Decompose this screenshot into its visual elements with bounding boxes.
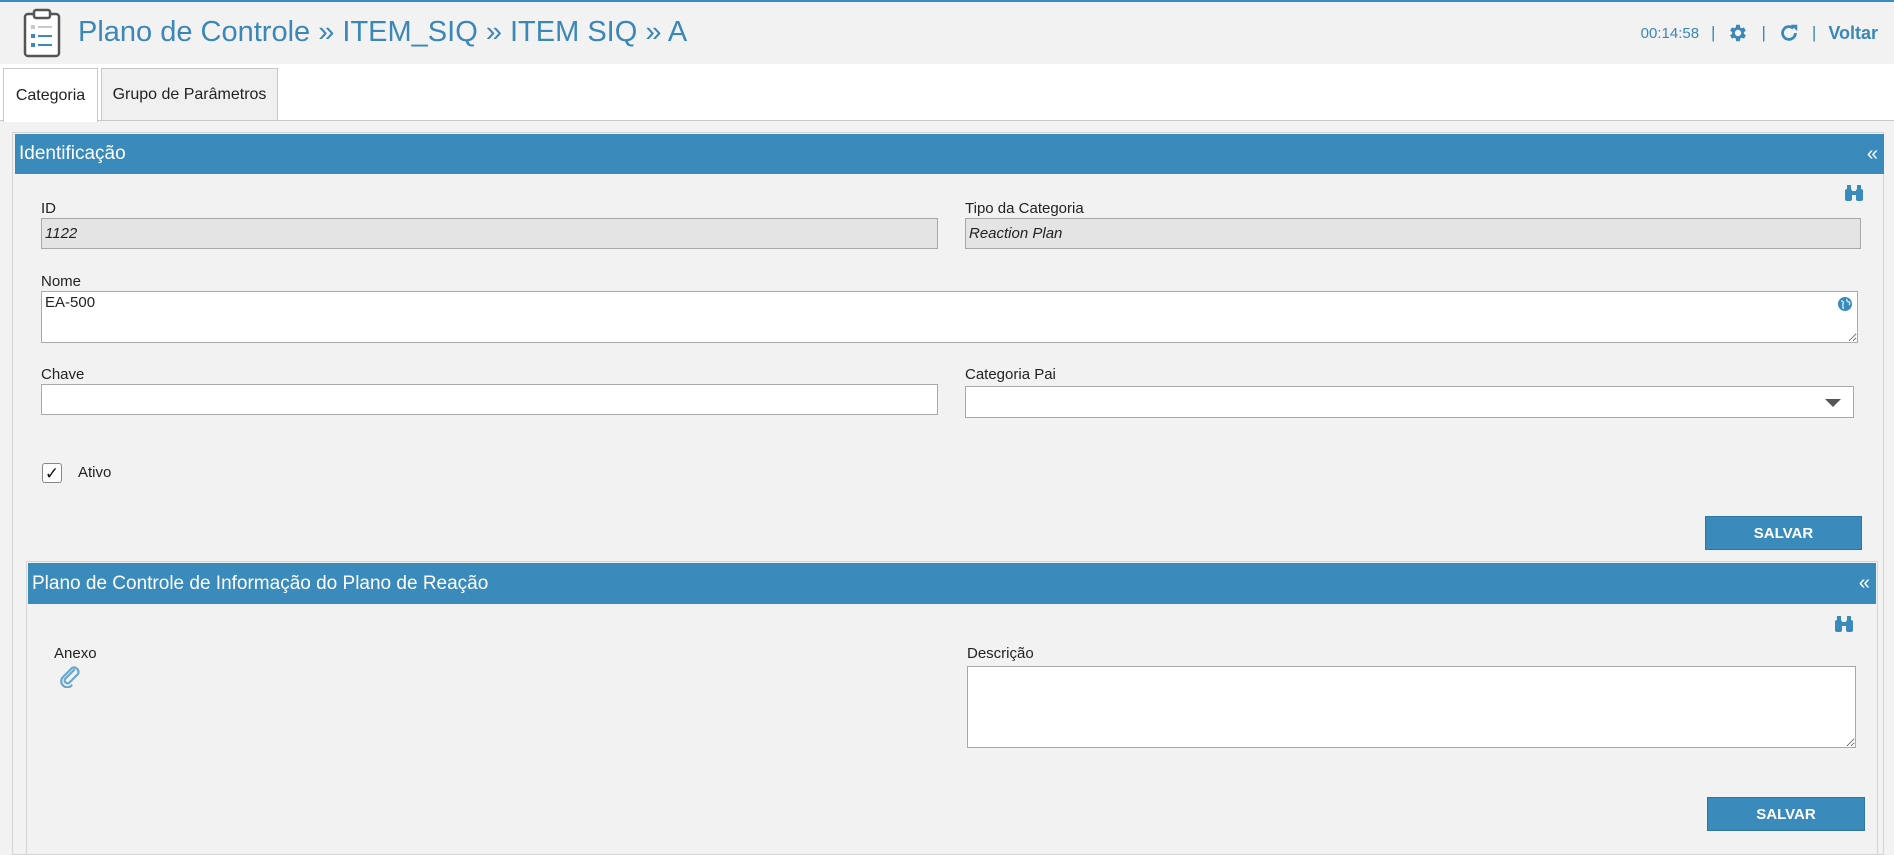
categoria-pai-select[interactable] [965,386,1854,418]
refresh-icon[interactable] [1778,22,1800,44]
paperclip-icon[interactable] [58,666,82,688]
separator: | [1711,23,1716,42]
separator: | [1761,23,1766,42]
plano-reacao-header: Plano de Controle de Informação do Plano… [28,563,1876,604]
chave-label: Chave [41,366,85,383]
tab-bar: Categoria Grupo de Parâmetros [0,64,1894,122]
panel-title: Plano de Controle de Informação do Plano… [32,572,489,594]
id-field: 1122 [41,218,938,249]
collapse-button[interactable]: « [1867,143,1878,166]
header-actions: 00:14:58 | | | Voltar [1641,22,1878,44]
ativo-checkbox[interactable]: ✓ [42,463,62,483]
back-button[interactable]: Voltar [1828,23,1878,44]
tipo-categoria-field: Reaction Plan [965,218,1861,249]
nome-field[interactable]: EA-500 [41,291,1858,343]
gear-icon[interactable] [1727,22,1749,44]
anexo-label: Anexo [54,645,97,662]
nome-label: Nome [41,273,82,290]
panel-title: Identificação [19,143,126,164]
descricao-field[interactable] [967,666,1856,748]
binoculars-icon[interactable] [1834,615,1854,633]
tipo-categoria-label: Tipo da Categoria [965,200,1084,217]
ativo-label: Ativo [78,464,112,481]
binoculars-icon[interactable] [1844,184,1864,202]
separator: | [1811,23,1817,42]
categoria-pai-value [966,393,970,410]
page-title: Plano de Controle » ITEM_SIQ » ITEM SIQ … [78,16,688,48]
session-timer: 00:14:58 [1640,24,1700,42]
chave-field[interactable] [41,384,938,415]
save-button[interactable]: SALVAR [1705,516,1862,550]
globe-icon[interactable] [1837,296,1853,312]
tab-grupo-de-parametros[interactable]: Grupo de Parâmetros [101,68,278,120]
page-header: Plano de Controle » ITEM_SIQ » ITEM SIQ … [0,2,1894,64]
clipboard-icon [23,8,61,58]
save-button[interactable]: SALVAR [1707,797,1865,831]
categoria-pai-label: Categoria Pai [965,366,1056,383]
descricao-label: Descrição [967,645,1034,662]
id-label: ID [41,200,56,217]
tab-categoria[interactable]: Categoria [3,68,98,122]
identificacao-header: Identificação « [15,134,1884,174]
collapse-button[interactable]: « [1859,572,1870,595]
chevron-down-icon [1825,399,1841,407]
